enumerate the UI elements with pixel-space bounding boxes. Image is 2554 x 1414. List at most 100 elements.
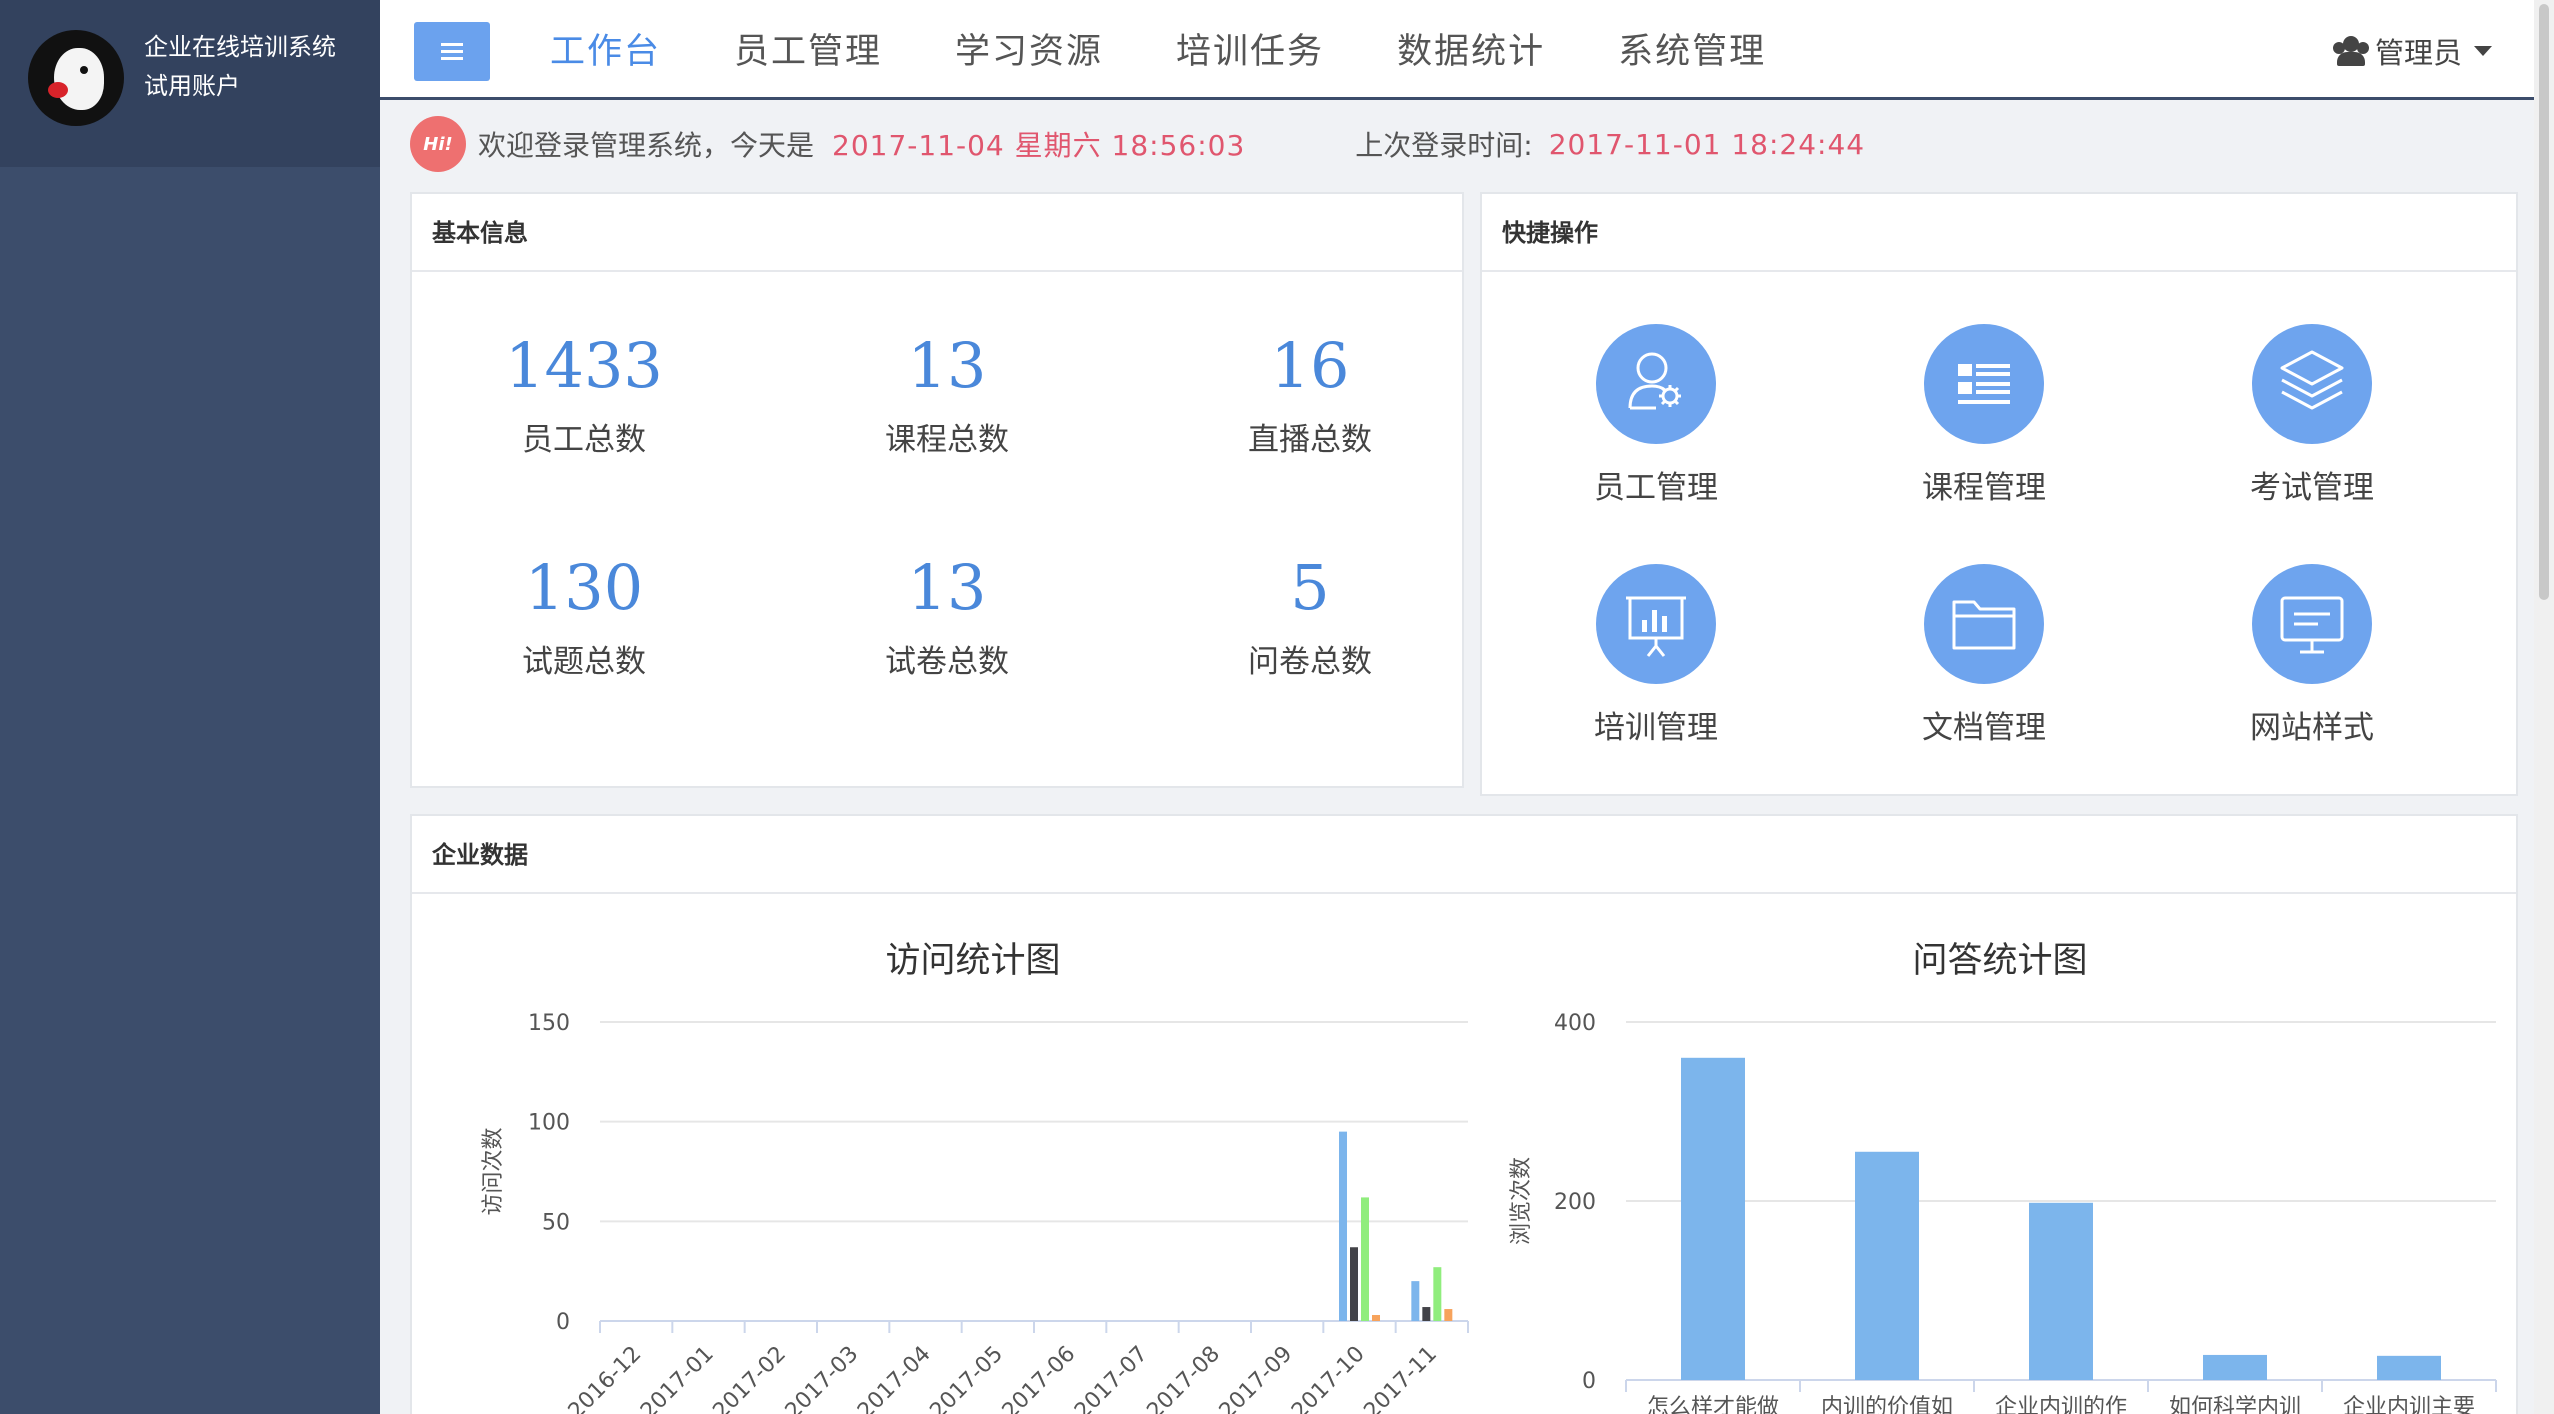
- x-tick-label: 2017-09: [1215, 1342, 1298, 1414]
- nav-employees[interactable]: 员工管理: [734, 0, 882, 100]
- main-nav: 工作台 员工管理 学习资源 培训任务 数据统计 系统管理: [550, 0, 1839, 100]
- quick-label: 培训管理: [1594, 710, 1718, 746]
- user-gear-icon: [1596, 324, 1716, 444]
- quick-site-style[interactable]: 网站样式: [2202, 564, 2422, 747]
- stat-value: 130: [524, 551, 644, 624]
- quick-label: 考试管理: [2250, 470, 2374, 506]
- y-tick-label: 150: [528, 1011, 570, 1036]
- bar: [1361, 1197, 1369, 1321]
- bar: [1350, 1247, 1358, 1321]
- y-tick-label: 400: [1554, 1011, 1596, 1036]
- current-time: 2017-11-04 星期六 18:56:03: [832, 129, 1246, 162]
- x-tick-label: 2017-02: [708, 1342, 791, 1414]
- user-name: 管理员: [2374, 36, 2462, 70]
- stat-questions[interactable]: 130 试题总数: [434, 548, 734, 681]
- last-login-time: 2017-11-01 18:24:44: [1548, 127, 1866, 161]
- y-tick-label: 0: [1582, 1369, 1596, 1394]
- y-tick-label: 200: [1554, 1190, 1596, 1215]
- x-tick-label: 怎么样才能做: [1647, 1395, 1779, 1414]
- stat-label: 问卷总数: [1248, 644, 1372, 680]
- chart-title-qa: 问答统计图: [1912, 941, 2088, 981]
- quick-employee-management[interactable]: 员工管理: [1546, 324, 1766, 507]
- users-icon: [2332, 36, 2369, 66]
- y-tick-label: 50: [542, 1210, 570, 1235]
- bar: [1681, 1057, 1745, 1380]
- brand-title: 企业在线培训系统: [144, 33, 336, 61]
- quick-label: 员工管理: [1594, 470, 1718, 506]
- stat-courses[interactable]: 13 课程总数: [797, 326, 1097, 459]
- user-menu[interactable]: 管理员: [2332, 30, 2492, 72]
- panel-title: 基本信息: [412, 194, 1462, 272]
- nav-system[interactable]: 系统管理: [1618, 0, 1766, 100]
- avatar[interactable]: [28, 30, 124, 126]
- x-tick-label: 企业内训的作: [1995, 1395, 2127, 1414]
- bar: [1411, 1281, 1420, 1321]
- last-login-label: 上次登录时间:: [1355, 129, 1533, 162]
- quick-label: 网站样式: [2250, 710, 2374, 746]
- stat-label: 直播总数: [1248, 422, 1372, 458]
- x-tick-label: 2017-06: [998, 1342, 1081, 1414]
- quick-label: 文档管理: [1922, 710, 2046, 746]
- monitor-icon: [2252, 564, 2372, 684]
- bar: [1855, 1151, 1919, 1380]
- x-tick-label: 2017-08: [1142, 1342, 1225, 1414]
- stat-employees[interactable]: 1433 员工总数: [434, 326, 734, 459]
- stat-label: 课程总数: [885, 422, 1009, 458]
- y-axis-label: 浏览次数: [1509, 1157, 1534, 1245]
- menu-toggle-button[interactable]: [414, 22, 490, 81]
- scrollbar-thumb[interactable]: [2539, 4, 2549, 600]
- nav-statistics[interactable]: 数据统计: [1397, 0, 1545, 100]
- bar: [1422, 1307, 1431, 1321]
- brand: 企业在线培训系统 试用账户: [144, 28, 336, 106]
- stat-value: 16: [1270, 329, 1350, 402]
- bar: [1339, 1131, 1347, 1321]
- x-tick-label: 2017-04: [853, 1342, 936, 1414]
- nav-resources[interactable]: 学习资源: [955, 0, 1103, 100]
- quick-label: 课程管理: [1922, 470, 2046, 506]
- x-tick-label: 2017-01: [636, 1342, 719, 1414]
- bar: [2377, 1355, 2441, 1380]
- x-tick-label: 2017-05: [925, 1342, 1008, 1414]
- nav-workbench[interactable]: 工作台: [550, 0, 661, 100]
- quick-document-management[interactable]: 文档管理: [1874, 564, 2094, 747]
- presentation-icon: [1596, 564, 1716, 684]
- caret-down-icon: [2474, 46, 2492, 56]
- nav-training-tasks[interactable]: 培训任务: [1176, 0, 1324, 100]
- stat-live[interactable]: 16 直播总数: [1160, 326, 1460, 459]
- welcome-bar: Hi! 欢迎登录管理系统，今天是 2017-11-04 星期六 18:56:03…: [410, 116, 1865, 172]
- x-tick-label: 内训的价值如: [1821, 1395, 1953, 1414]
- folder-icon: [1924, 564, 2044, 684]
- quick-training-management[interactable]: 培训管理: [1546, 564, 1766, 747]
- stat-label: 试卷总数: [885, 644, 1009, 680]
- bar: [2203, 1354, 2267, 1380]
- x-tick-label: 2017-11: [1359, 1342, 1442, 1414]
- hi-icon: Hi!: [410, 116, 466, 172]
- stat-value: 1433: [505, 329, 663, 402]
- layers-icon: [2252, 324, 2372, 444]
- account-type: 试用账户: [144, 72, 240, 100]
- stat-label: 员工总数: [522, 422, 646, 458]
- x-tick-label: 2016-12: [564, 1342, 647, 1414]
- qa-chart: 0 200 400 浏览次数怎么样才能做 内训的价值如 企业内训的作 如何科学内训 企业内训主…: [1509, 1011, 2497, 1414]
- stat-surveys[interactable]: 5 问卷总数: [1160, 548, 1460, 681]
- basic-info-panel: 基本信息 1433 员工总数 13 课程总数 16 直播总数 130 试题总数 …: [410, 192, 1464, 788]
- stat-value: 5: [1290, 551, 1330, 624]
- top-navbar: 工作台 员工管理 学习资源 培训任务 数据统计 系统管理 管理员: [380, 0, 2554, 100]
- scrollbar[interactable]: [2534, 0, 2554, 1414]
- x-tick-label: 如何科学内训: [2169, 1395, 2301, 1414]
- hamburger-icon: [441, 42, 463, 61]
- bar: [1444, 1309, 1453, 1321]
- stat-papers[interactable]: 13 试卷总数: [797, 548, 1097, 681]
- sidebar: 企业在线培训系统 试用账户: [0, 0, 380, 1414]
- welcome-text: 欢迎登录管理系统，今天是: [478, 129, 815, 162]
- chart-title-visits: 访问统计图: [885, 941, 1061, 981]
- x-tick-label: 2017-07: [1070, 1342, 1153, 1414]
- panel-title: 快捷操作: [1482, 194, 2516, 272]
- y-tick-label: 100: [528, 1111, 570, 1136]
- x-tick-label: 2017-03: [781, 1342, 864, 1414]
- stat-label: 试题总数: [522, 644, 646, 680]
- quick-course-management[interactable]: 课程管理: [1874, 324, 2094, 507]
- quick-exam-management[interactable]: 考试管理: [2202, 324, 2422, 507]
- sidebar-header: 企业在线培训系统 试用账户: [0, 0, 380, 167]
- x-tick-label: 企业内训主要: [2343, 1395, 2475, 1414]
